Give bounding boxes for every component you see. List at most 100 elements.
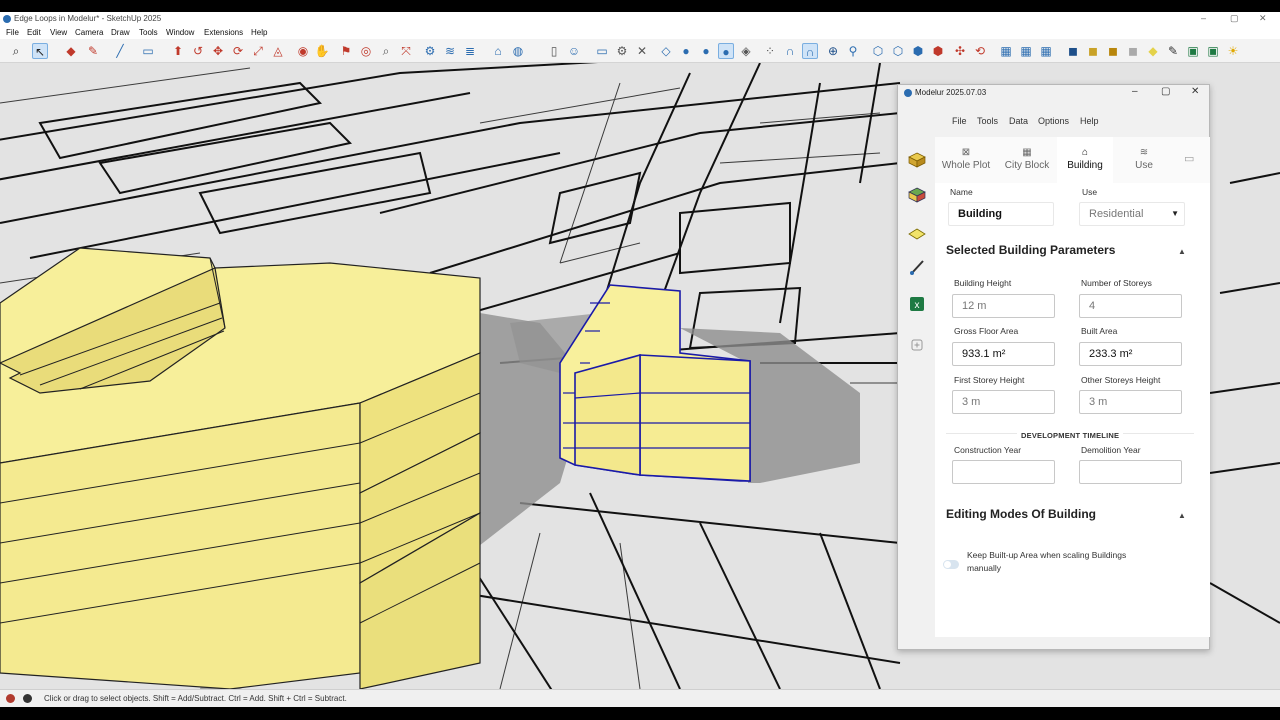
plane-layer-icon[interactable] bbox=[908, 225, 926, 243]
water-drop-icon[interactable]: ● bbox=[678, 43, 694, 59]
look-around-icon[interactable]: ◎ bbox=[358, 43, 374, 59]
export-icon[interactable]: ▣ bbox=[1205, 43, 1221, 59]
grid-plane-icon[interactable]: ▦ bbox=[998, 43, 1014, 59]
explode-icon[interactable]: ✣ bbox=[952, 43, 968, 59]
tab-building[interactable]: ⌂ Building bbox=[1057, 137, 1113, 183]
water-drop-active-icon[interactable]: ● bbox=[718, 43, 734, 59]
use-select[interactable]: Residential ▼ bbox=[1079, 202, 1185, 226]
extension-manager-icon[interactable]: ◍ bbox=[510, 43, 526, 59]
zoom-extents-icon[interactable]: ⤧ bbox=[398, 43, 414, 59]
name-input[interactable]: Building bbox=[948, 202, 1054, 226]
menu-draw[interactable]: Draw bbox=[111, 28, 130, 37]
number-of-storeys-input[interactable]: 4 bbox=[1079, 294, 1182, 318]
hexagon-red-icon[interactable]: ⬢ bbox=[930, 43, 946, 59]
section-display-icon[interactable]: ≋ bbox=[442, 43, 458, 59]
dotted-select-icon[interactable]: ⁘ bbox=[762, 43, 778, 59]
cut-icon[interactable]: ✕ bbox=[634, 43, 650, 59]
panel-minimize-icon[interactable]: – bbox=[1132, 86, 1138, 97]
move-icon[interactable]: ✥ bbox=[210, 43, 226, 59]
pencil-icon[interactable]: ✎ bbox=[85, 43, 101, 59]
panel-menu-help[interactable]: Help bbox=[1080, 116, 1099, 126]
menu-help[interactable]: Help bbox=[251, 28, 267, 37]
whole-plot-stack-icon[interactable] bbox=[908, 151, 926, 169]
menu-window[interactable]: Window bbox=[166, 28, 194, 37]
hexagon-icon[interactable]: ⬡ bbox=[890, 43, 906, 59]
tab-city-block[interactable]: ▦ City Block bbox=[997, 137, 1057, 183]
built-area-input[interactable]: 233.3 m² bbox=[1079, 342, 1182, 366]
minimize-icon[interactable]: – bbox=[1201, 13, 1206, 23]
panel-menu-data[interactable]: Data bbox=[1009, 116, 1028, 126]
section-cut-icon[interactable]: ≣ bbox=[462, 43, 478, 59]
water-drop-filled-icon[interactable]: ● bbox=[698, 43, 714, 59]
panel-menu-tools[interactable]: Tools bbox=[977, 116, 998, 126]
settings-icon[interactable]: ⚙ bbox=[614, 43, 630, 59]
offset-icon[interactable]: ◬ bbox=[270, 43, 286, 59]
menu-edit[interactable]: Edit bbox=[27, 28, 41, 37]
tab-whole-plot[interactable]: ⊠ Whole Plot bbox=[935, 137, 997, 183]
grid-plane-2-icon[interactable]: ▦ bbox=[1018, 43, 1034, 59]
excel-export-icon[interactable]: x bbox=[908, 295, 926, 313]
menu-camera[interactable]: Camera bbox=[75, 28, 103, 37]
city-block-stack-icon[interactable] bbox=[908, 186, 926, 204]
panel-menu-file[interactable]: File bbox=[952, 116, 967, 126]
user-icon[interactable]: ☺ bbox=[566, 43, 582, 59]
document-icon[interactable]: ▯ bbox=[546, 43, 562, 59]
box-dark-icon[interactable]: ◼ bbox=[1065, 43, 1081, 59]
rectangle-icon[interactable]: ▭ bbox=[140, 43, 156, 59]
close-icon[interactable]: ✕ bbox=[1259, 13, 1267, 24]
menu-extensions[interactable]: Extensions bbox=[204, 28, 243, 37]
line-icon[interactable]: ╱ bbox=[112, 43, 128, 59]
other-storeys-height-input[interactable]: 3 m bbox=[1079, 390, 1182, 414]
section-plane-icon[interactable]: ⚙ bbox=[422, 43, 438, 59]
building-height-input[interactable]: 12 m bbox=[952, 294, 1055, 318]
plane-yellow-icon[interactable]: ◆ bbox=[1145, 43, 1161, 59]
box-yellow-icon[interactable]: ◼ bbox=[1085, 43, 1101, 59]
brush-icon[interactable]: ✎ bbox=[1165, 43, 1181, 59]
chevron-up-icon[interactable]: ▲ bbox=[1178, 247, 1186, 256]
rotate-icon[interactable]: ⟳ bbox=[230, 43, 246, 59]
orbit-icon[interactable]: ◉ bbox=[295, 43, 311, 59]
panel-close-icon[interactable]: ✕ bbox=[1191, 86, 1199, 97]
plus-circle-icon[interactable]: ⊕ bbox=[825, 43, 841, 59]
hexagon-outline-icon[interactable]: ⬡ bbox=[870, 43, 886, 59]
chevron-up-icon[interactable]: ▲ bbox=[1178, 511, 1186, 520]
water-drop-gray-icon[interactable]: ◈ bbox=[738, 43, 754, 59]
folder-add-icon[interactable]: ▭ bbox=[1184, 152, 1194, 165]
magnet-icon[interactable]: ∩ bbox=[782, 43, 798, 59]
sun-icon[interactable]: ☀ bbox=[1225, 43, 1241, 59]
menu-view[interactable]: View bbox=[50, 28, 67, 37]
push-pull-icon[interactable]: ⬆ bbox=[170, 43, 186, 59]
add-panel-icon[interactable] bbox=[908, 336, 926, 354]
first-storey-height-input[interactable]: 3 m bbox=[952, 390, 1055, 414]
folder-icon[interactable]: ▭ bbox=[594, 43, 610, 59]
keep-area-toggle[interactable] bbox=[943, 560, 959, 569]
follow-me-icon[interactable]: ↺ bbox=[190, 43, 206, 59]
menu-file[interactable]: File bbox=[6, 28, 19, 37]
menu-tools[interactable]: Tools bbox=[139, 28, 158, 37]
info-icon[interactable] bbox=[23, 694, 32, 703]
magnet-active-icon[interactable]: ∩ bbox=[802, 43, 818, 59]
zoom-window-icon[interactable]: ⌕ bbox=[378, 43, 394, 59]
maximize-icon[interactable]: ▢ bbox=[1230, 13, 1239, 24]
hexagon-filled-icon[interactable]: ⬢ bbox=[910, 43, 926, 59]
water-drop-outline-icon[interactable]: ◇ bbox=[658, 43, 674, 59]
select-icon[interactable]: ↖ bbox=[32, 43, 48, 59]
grid-plane-3-icon[interactable]: ▦ bbox=[1038, 43, 1054, 59]
construction-year-input[interactable] bbox=[952, 460, 1055, 484]
node-icon[interactable]: ⚲ bbox=[845, 43, 861, 59]
walk-icon[interactable]: ⚑ bbox=[338, 43, 354, 59]
panel-maximize-icon[interactable]: ▢ bbox=[1161, 86, 1170, 97]
eraser-icon[interactable]: ◆ bbox=[63, 43, 79, 59]
excel-icon[interactable]: ▣ bbox=[1185, 43, 1201, 59]
gross-floor-area-input[interactable]: 933.1 m² bbox=[952, 342, 1055, 366]
pan-icon[interactable]: ✋ bbox=[314, 43, 330, 59]
box-stack-icon[interactable]: ◼ bbox=[1105, 43, 1121, 59]
record-icon[interactable] bbox=[6, 694, 15, 703]
warehouse-icon[interactable]: ⌂ bbox=[490, 43, 506, 59]
zoom-icon[interactable]: ⌕ bbox=[8, 43, 24, 59]
tab-use[interactable]: ≋ Use bbox=[1113, 137, 1175, 183]
refresh-icon[interactable]: ⟲ bbox=[972, 43, 988, 59]
box-gray-icon[interactable]: ◼ bbox=[1125, 43, 1141, 59]
panel-menu-options[interactable]: Options bbox=[1038, 116, 1069, 126]
demolition-year-input[interactable] bbox=[1079, 460, 1182, 484]
